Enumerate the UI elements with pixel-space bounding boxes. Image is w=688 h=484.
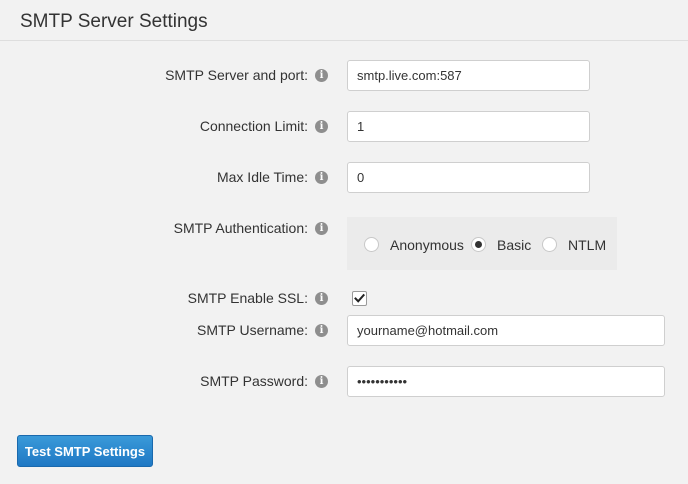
page-header: SMTP Server Settings (0, 0, 688, 41)
auth-anonymous-radio[interactable] (364, 237, 379, 252)
page-title: SMTP Server Settings (20, 11, 208, 32)
auth-basic-radio[interactable] (471, 237, 486, 252)
auth-label: SMTP Authentication: (173, 220, 308, 236)
connection-limit-input[interactable] (347, 111, 590, 142)
ssl-label: SMTP Enable SSL: (187, 290, 308, 306)
ssl-info-icon[interactable]: i (315, 292, 328, 305)
username-label: SMTP Username: (197, 322, 308, 338)
auth-anonymous-label[interactable]: Anonymous (390, 237, 464, 253)
connection-limit-info-icon[interactable]: i (315, 120, 328, 133)
max-idle-info-icon[interactable]: i (315, 171, 328, 184)
max-idle-input[interactable] (347, 162, 590, 193)
password-input[interactable] (347, 366, 665, 397)
username-info-icon[interactable]: i (315, 324, 328, 337)
server-info-icon[interactable]: i (315, 69, 328, 82)
test-smtp-button[interactable]: Test SMTP Settings (17, 435, 153, 467)
auth-ntlm-radio[interactable] (542, 237, 557, 252)
connection-limit-label: Connection Limit: (199, 118, 308, 134)
max-idle-label: Max Idle Time: (216, 169, 308, 185)
auth-info-icon[interactable]: i (315, 222, 328, 235)
server-label: SMTP Server and port: (165, 67, 308, 83)
password-label: SMTP Password: (200, 373, 308, 389)
auth-basic-label[interactable]: Basic (497, 237, 531, 253)
ssl-checkbox[interactable] (352, 291, 367, 306)
server-input[interactable] (347, 60, 590, 91)
username-input[interactable] (347, 315, 665, 346)
auth-ntlm-label[interactable]: NTLM (568, 237, 606, 253)
check-icon (354, 293, 365, 303)
password-info-icon[interactable]: i (315, 375, 328, 388)
